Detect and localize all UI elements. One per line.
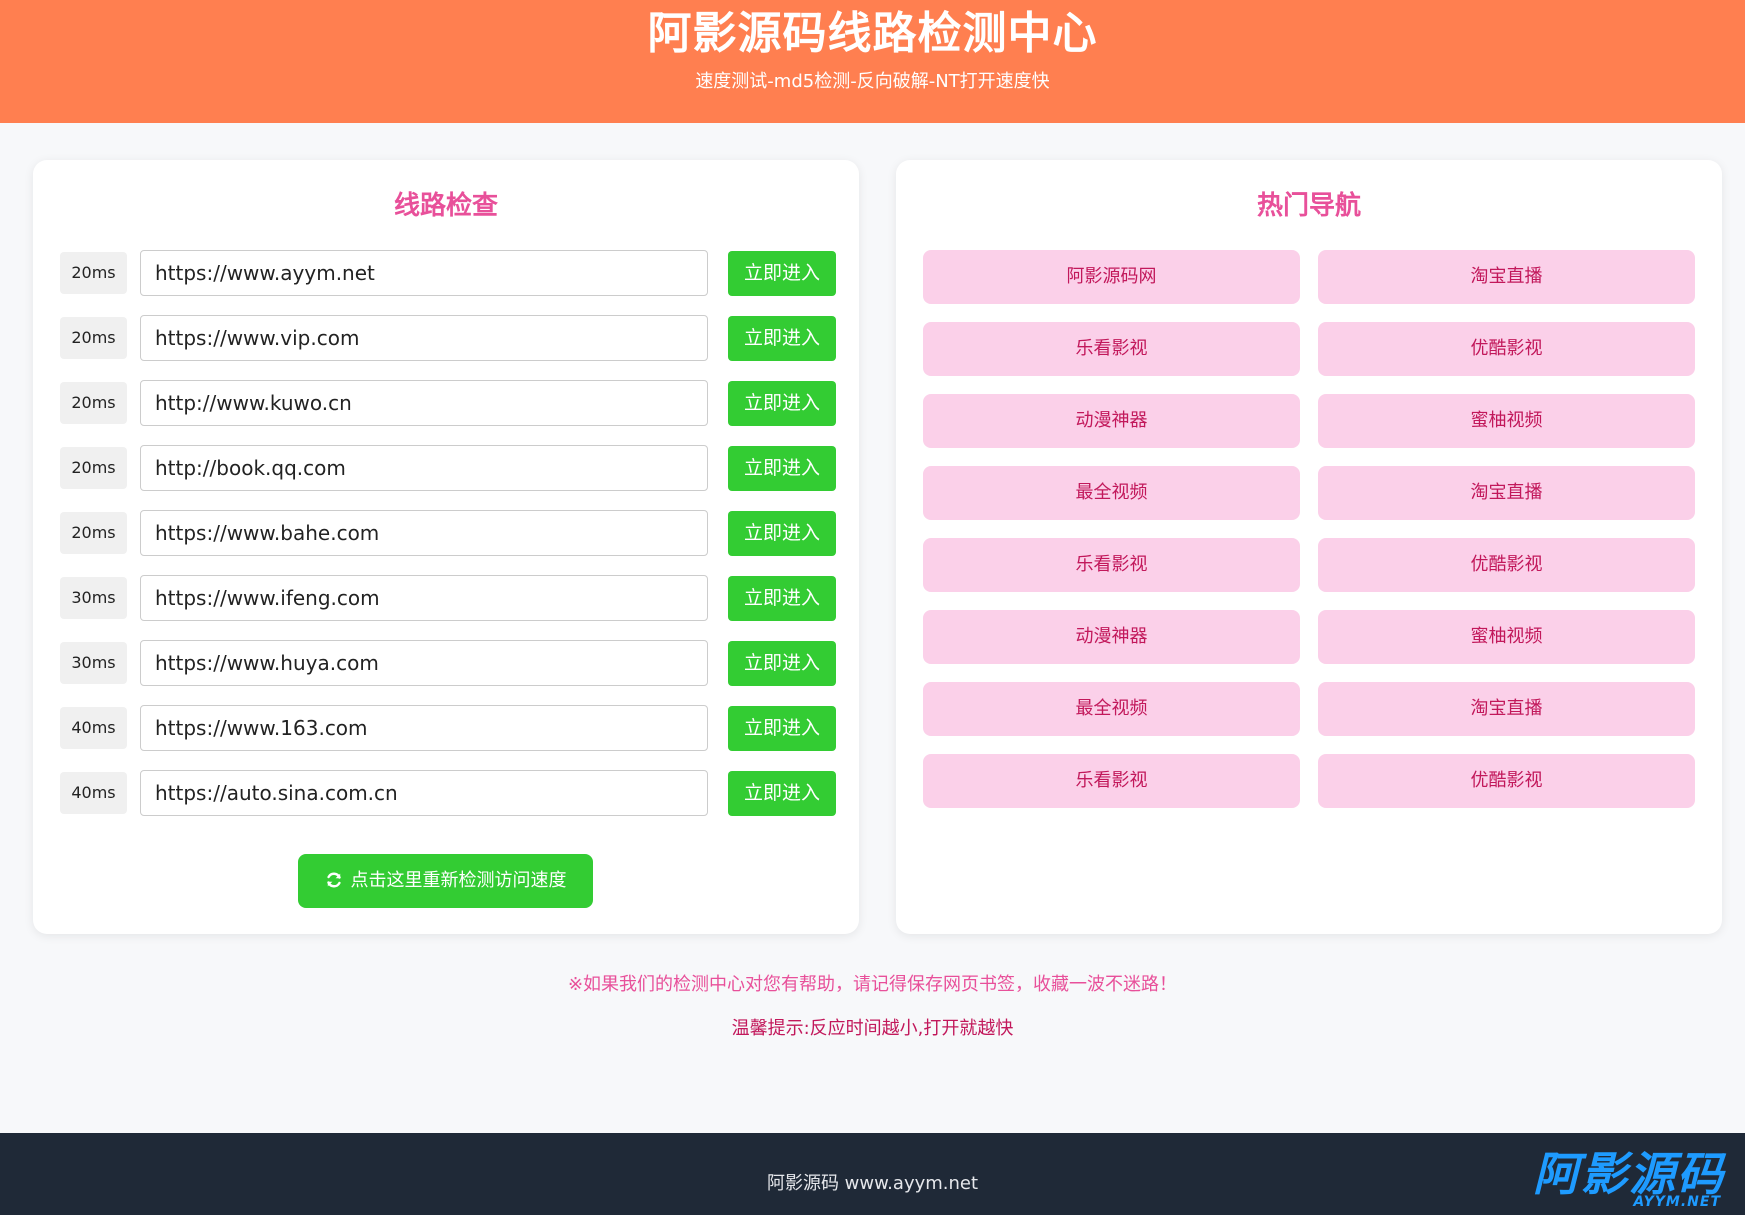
bookmark-note: ※如果我们的检测中心对您有帮助，请记得保存网页书签，收藏一波不迷路！ [567,974,1178,995]
url-field[interactable]: https://www.bahe.com [140,510,708,556]
url-field[interactable]: https://auto.sina.com.cn [140,770,708,816]
latency-badge: 20ms [60,382,127,424]
nav-link[interactable]: 优酷影视 [1318,538,1695,592]
enter-button[interactable]: 立即进入 [728,446,836,491]
nav-link[interactable]: 乐看影视 [923,322,1300,376]
nav-link[interactable]: 最全视频 [923,466,1300,520]
nav-link[interactable]: 阿影源码网 [923,250,1300,304]
page-title: 阿影源码线路检测中心 [647,8,1098,59]
nav-link[interactable]: 优酷影视 [1318,322,1695,376]
page-subtitle: 速度测试-md5检测-反向破解-NT打开速度快 [695,71,1050,92]
site-logo: 阿影源码 AYYM.NET [1495,1149,1725,1209]
enter-button[interactable]: 立即进入 [728,251,836,296]
enter-button[interactable]: 立即进入 [728,706,836,751]
line-row: 20ms https://www.ayym.net 立即进入 [60,250,836,298]
line-row: 30ms https://www.huya.com 立即进入 [60,640,836,688]
url-field[interactable]: https://www.vip.com [140,315,708,361]
nav-link[interactable]: 蜜柚视频 [1318,610,1695,664]
hot-nav-title: 热门导航 [1256,191,1361,221]
nav-link[interactable]: 乐看影视 [923,538,1300,592]
line-row: 20ms http://book.qq.com 立即进入 [60,445,836,493]
recheck-speed-button[interactable]: 点击这里重新检测访问速度 [298,854,593,908]
url-field[interactable]: https://www.huya.com [140,640,708,686]
enter-button[interactable]: 立即进入 [728,316,836,361]
latency-badge: 40ms [60,772,127,814]
line-row: 40ms https://www.163.com 立即进入 [60,705,836,753]
footer-text: 阿影源码 www.ayym.net [766,1173,979,1194]
url-field[interactable]: https://www.ayym.net [140,250,708,296]
latency-badge: 20ms [60,317,127,359]
nav-link[interactable]: 蜜柚视频 [1318,394,1695,448]
line-check-panel: 线路检查 20ms https://www.ayym.net 立即进入 20ms… [33,160,859,934]
page-header: 阿影源码线路检测中心 速度测试-md5检测-反向破解-NT打开速度快 [0,0,1745,123]
url-field[interactable]: http://book.qq.com [140,445,708,491]
nav-link[interactable]: 淘宝直播 [1318,466,1695,520]
url-field[interactable]: http://www.kuwo.cn [140,380,708,426]
recheck-label: 点击这里重新检测访问速度 [350,870,567,891]
refresh-icon [326,872,341,887]
line-row: 20ms http://www.kuwo.cn 立即进入 [60,380,836,428]
nav-link[interactable]: 最全视频 [923,682,1300,736]
enter-button[interactable]: 立即进入 [728,381,836,426]
logo-domain: AYYM.NET [1633,1194,1721,1210]
latency-badge: 40ms [60,707,127,749]
line-row: 40ms https://auto.sina.com.cn 立即进入 [60,770,836,818]
enter-button[interactable]: 立即进入 [728,641,836,686]
latency-badge: 30ms [60,577,127,619]
latency-badge: 30ms [60,642,127,684]
url-field[interactable]: https://www.ifeng.com [140,575,708,621]
hot-nav-panel: 热门导航 阿影源码网 淘宝直播 乐看影视 优酷影视 动漫神器 蜜柚视频 最全视频… [896,160,1722,934]
nav-link[interactable]: 优酷影视 [1318,754,1695,808]
logo-text: 阿影源码 [1533,1147,1725,1201]
nav-link[interactable]: 动漫神器 [923,610,1300,664]
enter-button[interactable]: 立即进入 [728,511,836,556]
line-row: 20ms https://www.vip.com 立即进入 [60,315,836,363]
page-footer: 阿影源码 www.ayym.net 阿影源码 AYYM.NET [0,1133,1745,1215]
nav-link[interactable]: 动漫神器 [923,394,1300,448]
latency-badge: 20ms [60,447,127,489]
line-check-title: 线路检查 [393,191,498,221]
line-row: 20ms https://www.bahe.com 立即进入 [60,510,836,558]
enter-button[interactable]: 立即进入 [728,771,836,816]
url-field[interactable]: https://www.163.com [140,705,708,751]
nav-link[interactable]: 乐看影视 [923,754,1300,808]
enter-button[interactable]: 立即进入 [728,576,836,621]
speed-tip: 温馨提示:反应时间越小,打开就越快 [731,1018,1014,1039]
nav-link[interactable]: 淘宝直播 [1318,682,1695,736]
line-row: 30ms https://www.ifeng.com 立即进入 [60,575,836,623]
latency-badge: 20ms [60,252,127,294]
nav-link[interactable]: 淘宝直播 [1318,250,1695,304]
latency-badge: 20ms [60,512,127,554]
